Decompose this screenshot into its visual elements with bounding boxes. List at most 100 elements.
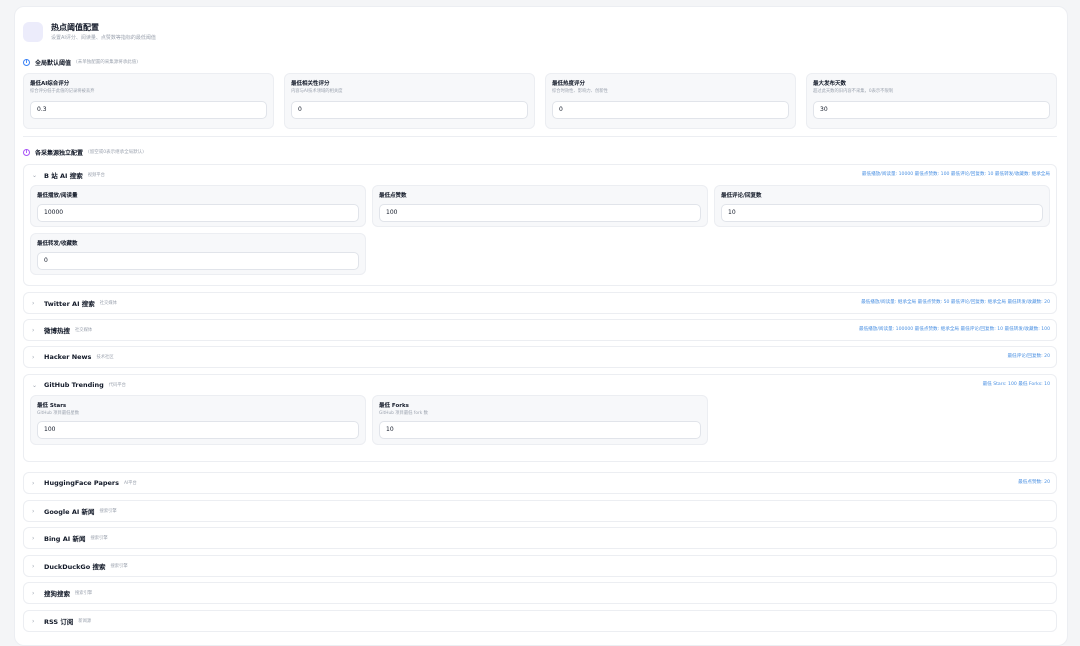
config-icon <box>23 22 43 42</box>
sources-section-header: i 各采集源独立配置 (留空或0表示继承全局默认) <box>23 147 144 157</box>
min-shares-input[interactable]: 0 <box>37 252 359 270</box>
global-section-title: 全局默认阈值 <box>35 59 72 67</box>
min-likes-input[interactable]: 100 <box>379 204 701 222</box>
source-title: RSS 订阅 <box>44 618 74 626</box>
global-card-min-relevance: 最低相关性评分 内容与AI技术领域的相关度 0 <box>284 73 535 129</box>
min-ai-score-input[interactable]: 0.3 <box>30 101 267 119</box>
chevron-right-icon: › <box>32 299 35 307</box>
field-card: 最低 Stars GitHub 项目最低星数 100 <box>30 395 366 445</box>
field-label: 最低播放/阅读量 <box>37 193 78 199</box>
settings-panel: 热点阈值配置 设置AI评分、阅读量、点赞数等指标的最低阈值 i 全局默认阈值 (… <box>14 6 1068 646</box>
global-card-min-ai-score: 最低AI综合评分 综合评分低于此值的记录将被丢弃 0.3 <box>23 73 274 129</box>
source-tag: 社交媒体 <box>99 301 117 306</box>
source-summary: 最低点赞数: 20 <box>1018 480 1050 485</box>
chevron-right-icon: › <box>32 589 35 597</box>
min-forks-input[interactable]: 10 <box>379 421 701 439</box>
source-summary: 最低播放/阅读量: 继承全局 最低点赞数: 50 最低评论/回复数: 继承全局 … <box>861 300 1050 305</box>
page-subtitle: 设置AI评分、阅读量、点赞数等指标的最低阈值 <box>51 35 156 41</box>
info-icon: i <box>23 58 30 66</box>
field-label: 最低点赞数 <box>379 193 407 199</box>
source-title: GitHub Trending <box>44 381 104 389</box>
source-row-header[interactable]: ⌄ B 站 AI 搜索 视频平台 最低播放/阅读量: 10000 最低点赞数: … <box>24 165 1056 185</box>
field-description: GitHub 项目最低星数 <box>37 411 80 416</box>
card-description: 综合评分低于此值的记录将被丢弃 <box>30 89 95 94</box>
source-row-header[interactable]: › Google AI 新闻 搜索引擎 <box>24 501 1056 521</box>
card-label: 最大发布天数 <box>813 81 847 87</box>
field-card: 最低播放/阅读量 10000 <box>30 185 366 227</box>
source-tag: 社交媒体 <box>75 328 93 333</box>
max-days-input[interactable]: 30 <box>813 101 1050 119</box>
source-summary: 最低播放/阅读量: 100000 最低点赞数: 继承全局 最低评论/回复数: 1… <box>858 327 1050 332</box>
source-tag: 搜索引擎 <box>110 564 128 569</box>
source-row-huggingface: › HuggingFace Papers AI平台 最低点赞数: 20 <box>23 472 1057 494</box>
page-header: 热点阈值配置 设置AI评分、阅读量、点赞数等指标的最低阈值 <box>23 19 156 45</box>
chevron-right-icon: › <box>32 326 35 334</box>
min-comments-input[interactable]: 10 <box>721 204 1043 222</box>
source-tag: 搜索引擎 <box>99 509 117 514</box>
global-card-min-heat: 最低热度评分 综合时效性、影响力、创新性 0 <box>545 73 796 129</box>
source-row-hackernews: › Hacker News 技术社区 最低评论/回复数: 20 <box>23 346 1057 368</box>
info-icon: i <box>23 148 30 156</box>
global-threshold-cards: 最低AI综合评分 综合评分低于此值的记录将被丢弃 0.3 最低相关性评分 内容与… <box>23 73 1057 129</box>
source-title: Twitter AI 搜索 <box>44 300 95 308</box>
source-tag: 新闻源 <box>78 619 92 624</box>
global-section-hint: (未单独配置的采集源将承此值) <box>76 60 139 65</box>
global-card-max-days: 最大发布天数 超过此天数的旧内容不采集，0表示不限制 30 <box>806 73 1057 129</box>
field-card: 最低转发/收藏数 0 <box>30 233 366 275</box>
source-row-header[interactable]: › Bing AI 新闻 搜索引擎 <box>24 528 1056 548</box>
card-description: 内容与AI技术领域的相关度 <box>291 89 343 94</box>
card-label: 最低AI综合评分 <box>30 81 70 87</box>
divider <box>23 136 1057 137</box>
source-summary: 最低 Stars: 100 最低 Forks: 10 <box>982 382 1050 387</box>
source-title: HuggingFace Papers <box>44 479 119 487</box>
card-description: 超过此天数的旧内容不采集，0表示不限制 <box>813 89 894 94</box>
source-row-duckduckgo: › DuckDuckGo 搜索 搜索引擎 <box>23 555 1057 577</box>
sources-section-hint: (留空或0表示继承全局默认) <box>88 150 144 155</box>
min-relevance-input[interactable]: 0 <box>291 101 528 119</box>
chevron-right-icon: › <box>32 507 35 515</box>
source-row-header[interactable]: › Hacker News 技术社区 最低评论/回复数: 20 <box>24 347 1056 367</box>
card-label: 最低热度评分 <box>552 81 586 87</box>
source-row-header[interactable]: › Twitter AI 搜索 社交媒体 最低播放/阅读量: 继承全局 最低点赞… <box>24 293 1056 313</box>
source-row-google: › Google AI 新闻 搜索引擎 <box>23 500 1057 522</box>
min-heat-input[interactable]: 0 <box>552 101 789 119</box>
field-label: 最低 Stars <box>37 403 67 409</box>
source-tag: 技术社区 <box>96 355 114 360</box>
field-card: 最低 Forks GitHub 项目最低 fork 数 10 <box>372 395 708 445</box>
source-title: DuckDuckGo 搜索 <box>44 563 106 571</box>
field-label: 最低评论/回复数 <box>721 193 762 199</box>
chevron-right-icon: › <box>32 617 35 625</box>
sources-section-title: 各采集源独立配置 <box>35 149 84 157</box>
source-row-header[interactable]: › HuggingFace Papers AI平台 最低点赞数: 20 <box>24 473 1056 493</box>
source-row-sogou: › 搜狗搜索 搜索引擎 <box>23 582 1057 604</box>
source-summary: 最低播放/阅读量: 10000 最低点赞数: 100 最低评论/回复数: 10 … <box>861 172 1050 177</box>
source-row-header[interactable]: › RSS 订阅 新闻源 <box>24 611 1056 631</box>
global-section-header: i 全局默认阈值 (未单独配置的采集源将承此值) <box>23 57 138 67</box>
source-title: Google AI 新闻 <box>44 508 95 516</box>
source-tag: 代码平台 <box>108 383 126 388</box>
source-row-header[interactable]: › DuckDuckGo 搜索 搜索引擎 <box>24 556 1056 576</box>
source-title: Hacker News <box>44 353 92 361</box>
source-title: 微博热搜 <box>44 327 70 335</box>
source-row-header[interactable]: › 微博热搜 社交媒体 最低播放/阅读量: 100000 最低点赞数: 继承全局… <box>24 320 1056 340</box>
chevron-right-icon: › <box>32 534 35 542</box>
source-tag: AI平台 <box>123 481 137 486</box>
min-stars-input[interactable]: 100 <box>37 421 359 439</box>
field-card: 最低点赞数 100 <box>372 185 708 227</box>
field-label: 最低 Forks <box>379 403 409 409</box>
field-card: 最低评论/回复数 10 <box>714 185 1050 227</box>
source-row-twitter: › Twitter AI 搜索 社交媒体 最低播放/阅读量: 继承全局 最低点赞… <box>23 292 1057 314</box>
card-description: 综合时效性、影响力、创新性 <box>552 89 608 94</box>
chevron-down-icon: ⌄ <box>32 171 38 179</box>
chevron-right-icon: › <box>32 353 35 361</box>
source-row-weibo: › 微博热搜 社交媒体 最低播放/阅读量: 100000 最低点赞数: 继承全局… <box>23 319 1057 341</box>
page-title: 热点阈值配置 <box>51 23 99 32</box>
source-title: Bing AI 新闻 <box>44 535 86 543</box>
source-row-bilibili: ⌄ B 站 AI 搜索 视频平台 最低播放/阅读量: 10000 最低点赞数: … <box>23 164 1057 286</box>
source-row-header[interactable]: › 搜狗搜索 搜索引擎 <box>24 583 1056 603</box>
source-tag: 搜索引擎 <box>75 591 93 596</box>
source-row-header[interactable]: ⌄ GitHub Trending 代码平台 最低 Stars: 100 最低 … <box>24 375 1056 395</box>
source-row-github: ⌄ GitHub Trending 代码平台 最低 Stars: 100 最低 … <box>23 374 1057 462</box>
card-label: 最低相关性评分 <box>291 81 330 87</box>
min-views-input[interactable]: 10000 <box>37 204 359 222</box>
